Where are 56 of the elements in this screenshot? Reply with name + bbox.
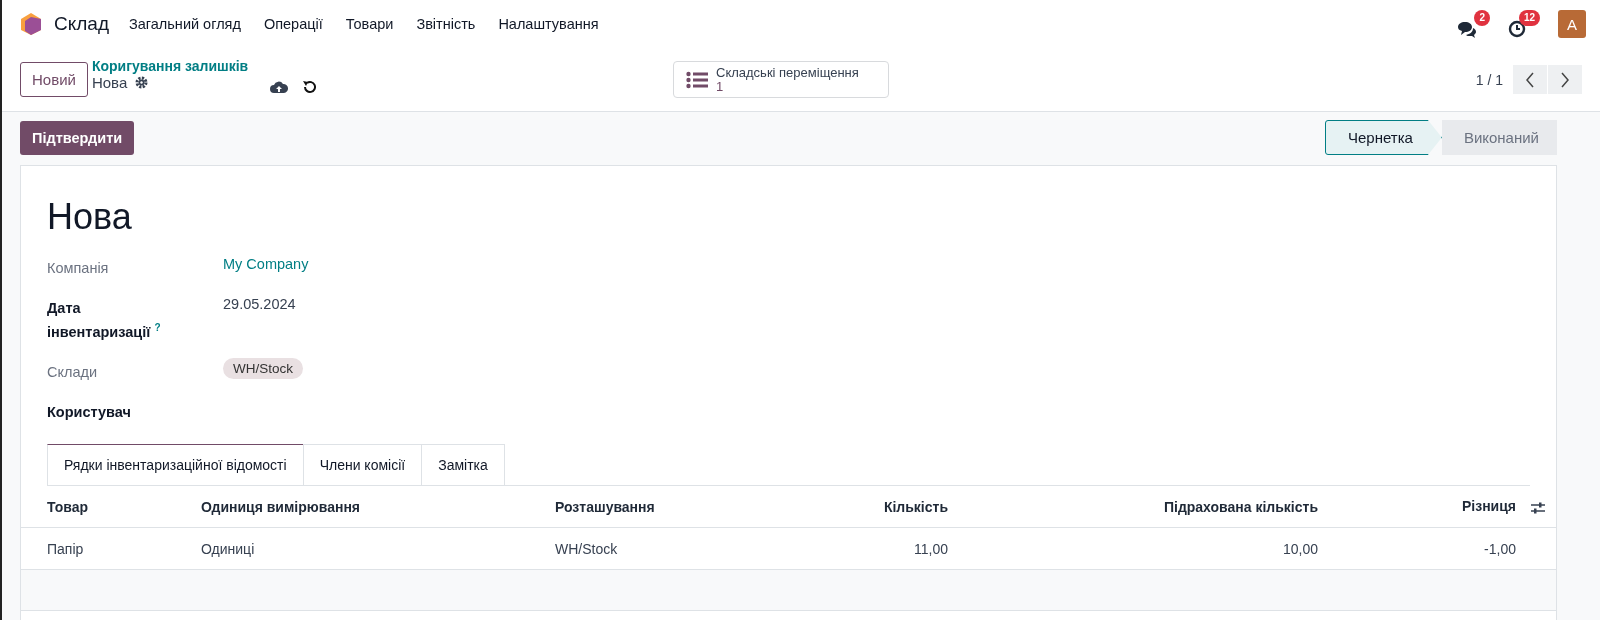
menu-item[interactable]: Товари — [345, 16, 394, 32]
table-cell: Одиниці — [201, 540, 255, 557]
column-header[interactable]: Одиниця вимірювання — [201, 498, 361, 515]
confirm-button[interactable]: Підтвердити — [20, 120, 135, 155]
column-header[interactable]: Розташування — [555, 498, 655, 515]
field-label: Склади — [47, 364, 98, 380]
status-stage[interactable]: Виконаний — [1441, 120, 1557, 155]
record-title: Нова — [47, 196, 133, 238]
list-icon — [686, 70, 708, 89]
smart-button-count: 1 — [716, 80, 724, 94]
field-label: Компанія — [47, 260, 109, 276]
stock-moves-button[interactable]: Складські переміщення 1 — [673, 61, 889, 98]
chevron-left-icon — [1525, 71, 1535, 88]
column-settings-icon[interactable] — [1530, 500, 1546, 515]
field-label: Дата інвентаризації — [47, 300, 151, 340]
column-header[interactable]: Товар — [47, 498, 88, 515]
menu-item[interactable]: Операції — [263, 16, 323, 32]
cloud-upload-icon[interactable] — [270, 79, 289, 94]
menu-item[interactable]: Звітність — [416, 16, 476, 32]
column-header[interactable]: Кількість — [883, 498, 948, 515]
column-header[interactable]: Різниця — [1461, 498, 1516, 515]
previous-button[interactable] — [1513, 65, 1547, 94]
column-header[interactable]: Підрахована кількість — [1163, 498, 1318, 515]
activities-button[interactable]: 12 — [1508, 10, 1540, 38]
clock-icon — [1508, 20, 1526, 38]
form-tab[interactable]: Замітка — [421, 444, 505, 485]
message-count-badge: 2 — [1474, 10, 1490, 26]
pager-value[interactable]: 1 / 1 — [1475, 71, 1503, 88]
smart-button-label: Складські переміщення — [716, 65, 860, 80]
table-cell: 11,00 — [914, 540, 948, 557]
record-name: Нова — [91, 74, 128, 91]
status-stage[interactable]: Чернетка — [1324, 120, 1442, 155]
app-logo-icon[interactable] — [20, 12, 42, 36]
table-cell: -1,00 — [1484, 540, 1516, 557]
breadcrumb-link[interactable]: Коригування залишків — [91, 58, 249, 74]
user-avatar[interactable]: A — [1558, 10, 1586, 38]
form-tab[interactable]: Рядки інвентаризаційної відомості — [47, 444, 304, 485]
company-link[interactable]: My Company — [223, 256, 309, 272]
new-button[interactable]: Новий — [20, 62, 88, 97]
menu-item[interactable]: Налаштування — [498, 16, 599, 32]
help-tooltip-mark[interactable]: ? — [154, 322, 161, 334]
activity-count-badge: 12 — [1518, 10, 1540, 26]
table-cell: WH/Stock — [555, 540, 618, 557]
field-value[interactable]: 29.05.2024 — [223, 296, 296, 312]
settings-icon[interactable] — [135, 76, 149, 89]
table-cell: 10,00 — [1282, 540, 1318, 557]
field-label: Користувач — [47, 404, 131, 420]
app-name[interactable]: Склад — [54, 13, 109, 35]
table-cell: Папір — [47, 540, 84, 557]
warehouse-tag: WH/Stock — [223, 358, 303, 379]
chat-icon — [1456, 20, 1476, 38]
next-button[interactable] — [1548, 65, 1582, 94]
undo-icon[interactable] — [302, 79, 317, 94]
messages-button[interactable]: 2 — [1456, 10, 1490, 38]
menu-item[interactable]: Загальний огляд — [129, 16, 241, 32]
chevron-right-icon — [1560, 71, 1570, 88]
